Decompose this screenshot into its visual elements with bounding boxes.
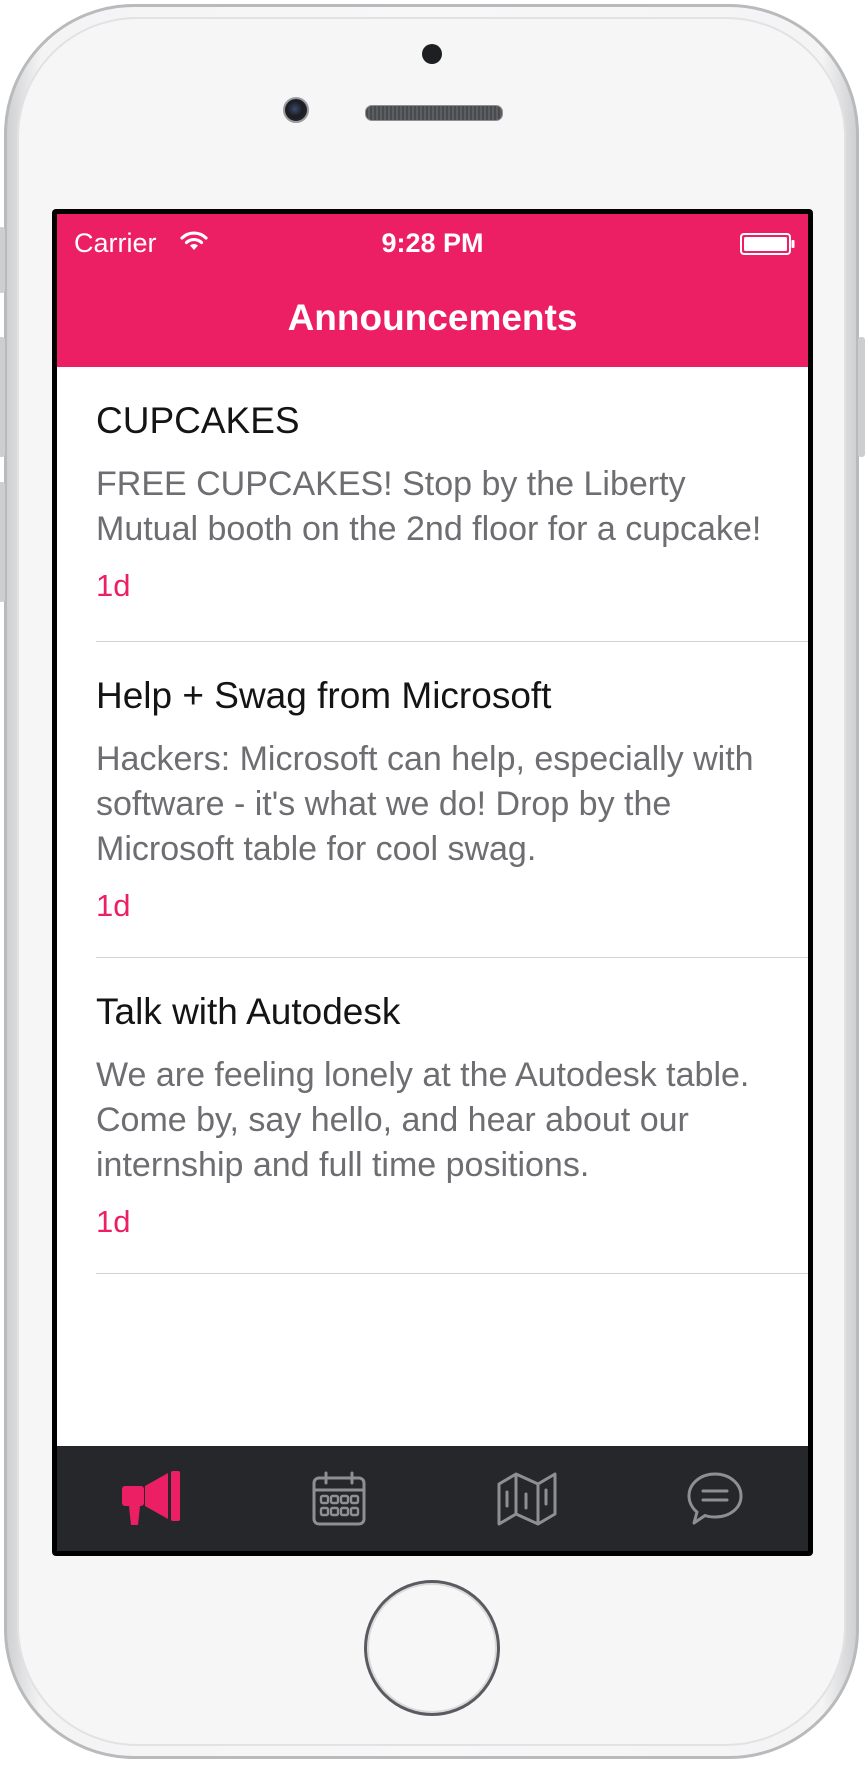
app-display: Carrier 9:28 PM Announcements CUPCAKES F… xyxy=(57,214,808,1551)
status-time: 9:28 PM xyxy=(381,228,484,258)
front-camera xyxy=(283,97,309,123)
list-divider xyxy=(96,1273,808,1274)
tab-bar xyxy=(57,1446,808,1551)
battery-icon xyxy=(740,233,795,255)
chat-bubble-icon xyxy=(687,1472,743,1524)
earpiece-speaker xyxy=(365,105,503,121)
tab-announcements[interactable] xyxy=(57,1446,245,1551)
announcement-time: 1d xyxy=(96,1204,131,1239)
volume-up-button xyxy=(0,337,5,457)
announcement-title: Help + Swag from Microsoft xyxy=(96,675,552,716)
announcement-list[interactable]: CUPCAKES FREE CUPCAKES! Stop by the Libe… xyxy=(57,367,808,1274)
volume-down-button xyxy=(0,482,5,602)
proximity-sensor xyxy=(422,44,442,64)
announcement-body: We are feeling lonely at the Autodesk ta… xyxy=(96,1056,750,1184)
announcement-time: 1d xyxy=(96,888,131,923)
tab-map[interactable] xyxy=(433,1446,621,1551)
navigation-header: Carrier 9:28 PM Announcements xyxy=(57,214,808,367)
announcement-body: FREE CUPCAKES! Stop by the Liberty Mutua… xyxy=(96,465,762,548)
tab-schedule[interactable] xyxy=(245,1446,433,1551)
announcement-body: Hackers: Microsoft can help, especially … xyxy=(96,740,754,868)
screen-bezel: Carrier 9:28 PM Announcements CUPCAKES F… xyxy=(52,209,813,1556)
announcement-title: CUPCAKES xyxy=(96,400,300,441)
mute-switch xyxy=(0,227,5,293)
tab-chat[interactable] xyxy=(621,1446,808,1551)
announcement-item[interactable]: Help + Swag from Microsoft Hackers: Micr… xyxy=(57,642,808,957)
page-title: Announcements xyxy=(287,297,578,338)
announcement-title: Talk with Autodesk xyxy=(96,991,401,1032)
map-icon xyxy=(497,1472,557,1525)
power-button xyxy=(858,337,865,457)
announcement-time: 1d xyxy=(96,568,131,603)
announcement-item[interactable]: CUPCAKES FREE CUPCAKES! Stop by the Libe… xyxy=(57,367,808,641)
home-button[interactable] xyxy=(364,1580,500,1716)
announcement-item[interactable]: Talk with Autodesk We are feeling lonely… xyxy=(57,958,808,1273)
calendar-icon xyxy=(312,1471,366,1525)
megaphone-icon xyxy=(122,1470,180,1525)
